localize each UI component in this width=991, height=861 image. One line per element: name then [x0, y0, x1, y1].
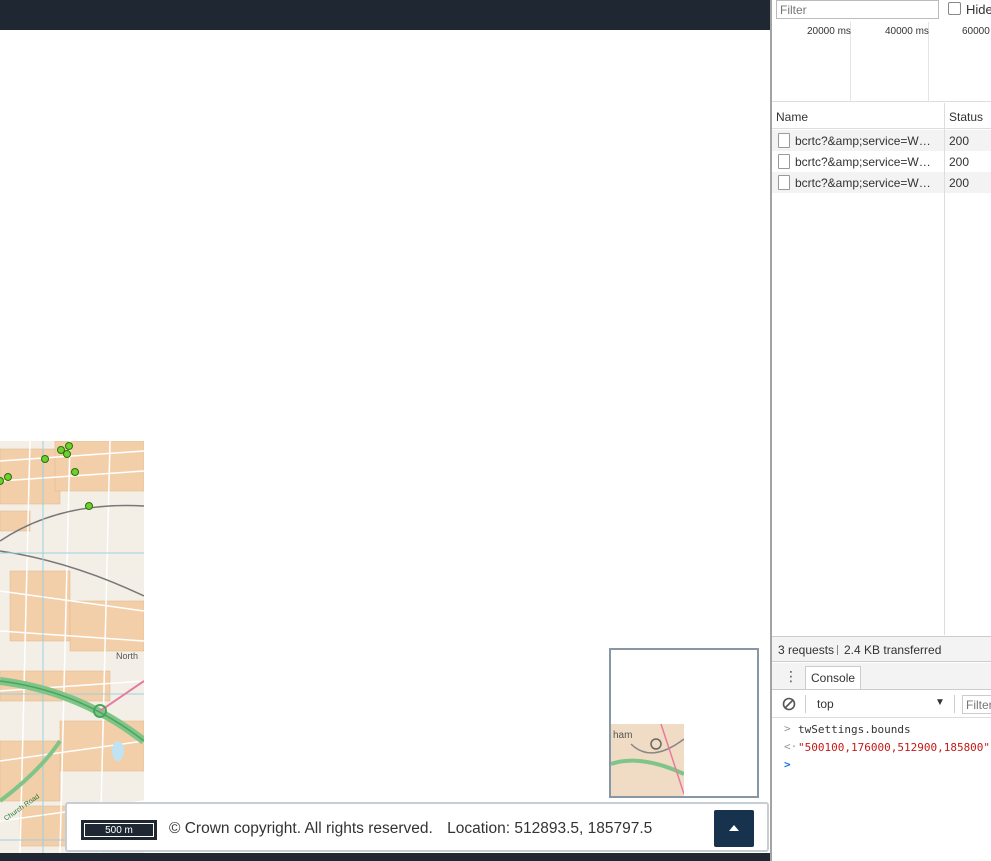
scale-bar-label: 500 m — [84, 823, 154, 837]
summary-separator — [837, 645, 838, 655]
prompt-chevron-icon: > — [784, 758, 791, 771]
request-status: 200 — [949, 176, 970, 190]
request-count: 3 requests — [778, 643, 835, 657]
context-selector[interactable]: top — [817, 697, 834, 711]
network-request-row[interactable]: bcrtc?&amp;service=WMS&amp; 200 — [772, 130, 991, 151]
chevron-right-icon: > — [784, 722, 791, 735]
app-header-bar — [0, 0, 770, 30]
kebab-menu-icon[interactable]: ⋮ — [784, 669, 798, 683]
clear-console-icon[interactable] — [782, 697, 796, 711]
network-request-row[interactable]: bcrtc?&amp;service=WMS&amp; 200 — [772, 151, 991, 172]
app-bottom-bar — [0, 853, 770, 861]
console-filter-input[interactable] — [962, 695, 991, 714]
expand-footer-button[interactable] — [714, 810, 754, 847]
console-toolbar: top ▼ — [772, 691, 991, 718]
column-header-name[interactable]: Name — [776, 110, 808, 124]
request-name: bcrtc?&amp;service=WMS&amp; — [795, 134, 940, 148]
overview-map[interactable]: ham — [609, 648, 759, 798]
network-filter-row: Hide — [772, 0, 991, 22]
transferred-size: 2.4 KB transferred — [844, 643, 942, 657]
network-timeline-overview[interactable]: 20000 ms 40000 ms 60000 ms — [772, 22, 991, 102]
console-result-line: <· "500100,176000,512900,185800" — [772, 738, 991, 756]
hide-data-urls-label: Hide — [966, 2, 991, 17]
console-input-line: > twSettings.bounds — [772, 720, 991, 738]
console-prompt[interactable]: > — [772, 756, 991, 774]
hide-data-urls-checkbox[interactable] — [948, 2, 961, 15]
console-output[interactable]: > twSettings.bounds <· "500100,176000,51… — [772, 720, 991, 774]
footer-text: © Crown copyright. All rights reserved. … — [169, 820, 652, 838]
document-icon — [778, 154, 790, 169]
network-summary-bar: 3 requests 2.4 KB transferred — [772, 636, 991, 662]
map-app: North Church Road ham 500 m © Crown copy… — [0, 0, 770, 861]
location-label: Location: — [447, 820, 511, 837]
network-filter-input[interactable] — [776, 0, 939, 19]
network-request-list: bcrtc?&amp;service=WMS&amp; 200 bcrtc?&a… — [772, 130, 991, 193]
console-command: twSettings.bounds — [798, 723, 911, 736]
document-icon — [778, 175, 790, 190]
timeline-tick: 40000 ms — [885, 26, 929, 37]
request-status: 200 — [949, 134, 970, 148]
dropdown-caret-icon[interactable]: ▼ — [935, 697, 945, 708]
map-tile[interactable]: North Church Road — [0, 441, 144, 853]
column-divider[interactable] — [944, 103, 945, 635]
svg-text:North: North — [116, 651, 138, 661]
devtools-panel: Hide 20000 ms 40000 ms 60000 ms Name Sta… — [770, 0, 991, 861]
timeline-tick: 60000 ms — [962, 26, 991, 37]
map-footer: 500 m © Crown copyright. All rights rese… — [65, 802, 769, 852]
document-icon — [778, 133, 790, 148]
request-status: 200 — [949, 155, 970, 169]
request-name: bcrtc?&amp;service=WMS&amp; — [795, 155, 940, 169]
console-result: "500100,176000,512900,185800" — [798, 741, 991, 754]
result-arrow-icon: <· — [784, 740, 798, 753]
copyright-text: © Crown copyright. All rights reserved. — [169, 820, 433, 837]
toolbar-divider — [805, 695, 806, 713]
toolbar-divider — [954, 695, 955, 713]
scale-bar: 500 m — [81, 820, 157, 840]
network-table-header: Name Status — [772, 103, 991, 129]
overview-place-label: ham — [613, 730, 633, 741]
caret-up-icon — [729, 825, 739, 831]
network-request-row[interactable]: bcrtc?&amp;service=WMS&amp; 200 — [772, 172, 991, 193]
tab-console[interactable]: Console — [805, 666, 862, 689]
timeline-tick: 20000 ms — [807, 26, 851, 37]
request-name: bcrtc?&amp;service=WMS&amp; — [795, 176, 940, 190]
location-value: 512893.5, 185797.5 — [514, 820, 653, 837]
drawer-tab-bar: ⋮ Console — [772, 663, 991, 690]
column-header-status[interactable]: Status — [949, 110, 983, 124]
